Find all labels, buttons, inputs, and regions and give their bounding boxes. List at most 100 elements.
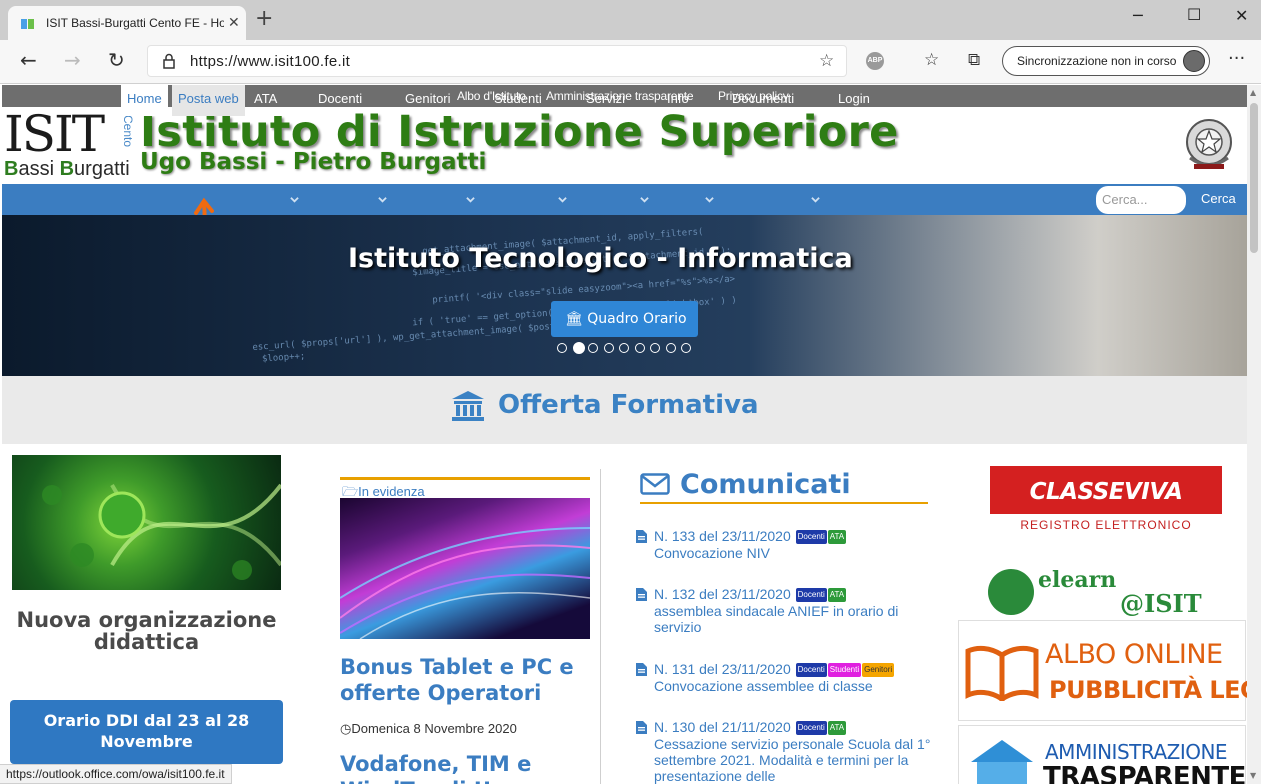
carousel-dot[interactable] (650, 343, 660, 353)
adblock-icon[interactable]: ABP (866, 52, 884, 70)
forward-icon[interactable]: → (64, 50, 81, 70)
nav-login[interactable]: Login (838, 85, 870, 116)
amm-title: AMMINISTRAZIONE (1045, 740, 1228, 764)
audience-badge: Docenti (795, 663, 827, 678)
amministrazione-trasparente-banner[interactable]: AMMINISTRAZIONE TRASPARENTE (958, 725, 1246, 784)
status-bar-url: https://outlook.office.com/owa/isit100.f… (0, 764, 232, 784)
nav-studenti[interactable]: Studenti (494, 85, 542, 116)
minimize-icon[interactable]: ─ (1133, 6, 1143, 25)
offerta-title: Offerta Formativa (498, 390, 759, 420)
carousel-dot[interactable] (572, 342, 585, 354)
back-icon[interactable]: ← (20, 50, 37, 70)
carousel-dot[interactable] (681, 343, 691, 353)
nav-posta-web[interactable]: Posta web (172, 85, 245, 116)
chevron-down-icon[interactable] (705, 195, 714, 204)
scroll-down-icon[interactable]: ▼ (1250, 771, 1256, 780)
open-book-icon (965, 645, 1039, 701)
fiber-optic-image[interactable] (339, 498, 591, 640)
tab-close-icon[interactable]: ✕ (228, 14, 240, 31)
audience-badge: ATA (827, 721, 847, 736)
scroll-thumb[interactable] (1250, 103, 1258, 253)
comunicato-head: N. 133 del 23/11/2020 Docenti ATA (654, 528, 847, 545)
nav-home[interactable]: Home (121, 85, 168, 116)
nav-ata[interactable]: ATA (254, 85, 277, 116)
logo-bassi-burgatti: Bassi Burgatti (4, 158, 130, 180)
elearn-banner[interactable]: elearn @ISIT (988, 565, 1220, 618)
favorite-star-icon[interactable]: ☆ (819, 51, 834, 71)
refresh-icon[interactable]: ↻ (108, 50, 125, 70)
chevron-down-icon[interactable] (466, 195, 475, 204)
nav-documenti[interactable]: Documenti (732, 85, 794, 116)
carousel-dot[interactable] (665, 343, 676, 353)
search-button[interactable]: Cerca (1201, 191, 1236, 206)
nav-docenti[interactable]: Docenti (318, 85, 362, 116)
hero-button-label: Quadro Orario (587, 311, 687, 327)
page-scrollbar[interactable]: ▲ ▼ (1247, 85, 1261, 784)
favorites-icon[interactable]: ☆ (924, 50, 939, 70)
comunicato-number: N. 130 del 21/11/2020 (654, 719, 795, 735)
amm-subtitle: TRASPARENTE (1043, 762, 1246, 784)
nav-info[interactable]: Info (667, 85, 689, 116)
chevron-down-icon[interactable] (640, 195, 649, 204)
document-icon (636, 721, 647, 734)
document-icon (636, 588, 647, 601)
nav-servizi[interactable]: Servizi (586, 85, 625, 116)
albo-online-banner[interactable]: ALBO ONLINE PUBBLICITÀ LEGALE (958, 620, 1247, 721)
house-icon (971, 740, 1033, 784)
comunicato-head: N. 131 del 23/11/2020 Docenti Studenti Gen… (654, 661, 895, 678)
new-tab-icon[interactable]: + (255, 8, 273, 30)
tab-strip: ISIT Bassi-Burgatti Cento FE - Ho ✕ + ─ … (0, 0, 1261, 40)
article-date-text: Domenica 8 Novembre 2020 (351, 721, 517, 736)
orario-ddi-button[interactable]: Orario DDI dal 23 al 28 Novembre (10, 700, 283, 764)
comunicato-title: assemblea sindacale ANIEF in orario di s… (654, 603, 899, 635)
card-title[interactable]: Nuova organizzazione didattica (12, 609, 281, 653)
carousel-dot[interactable] (619, 343, 629, 353)
carousel-dot[interactable] (634, 343, 645, 353)
window-close-icon[interactable]: ✕ (1235, 6, 1248, 25)
chevron-down-icon[interactable] (378, 195, 387, 204)
hero-title: Istituto Tecnologico - Informatica (348, 243, 853, 274)
document-icon (636, 663, 647, 676)
albo-subtitle: PUBBLICITÀ LEGALE (1049, 676, 1247, 704)
article-title[interactable]: Bonus Tablet e PC e offerte Operatori (340, 654, 590, 706)
offerta-banner[interactable]: Offerta Formativa (2, 376, 1247, 444)
carousel-dot[interactable] (557, 343, 567, 353)
elearn-isit-text: @ISIT (1120, 589, 1202, 618)
article-title[interactable]: Vodafone, TIM e WindTre di U (340, 751, 590, 784)
chevron-down-icon[interactable] (290, 195, 299, 204)
carousel-dot[interactable] (588, 343, 598, 353)
fiber-lines (339, 527, 591, 640)
classeviva-banner[interactable]: CLASSEVIVA REGISTRO ELETTRONICO (990, 466, 1222, 538)
logo-burgatti: urgatti (74, 158, 130, 180)
books-icon (988, 569, 1034, 615)
bank-icon (452, 391, 484, 421)
address-bar[interactable]: https://www.isit100.fe.it ☆ (147, 45, 847, 77)
more-menu-icon[interactable]: ··· (1228, 48, 1245, 69)
republic-emblem-icon (1186, 119, 1232, 169)
chevron-down-icon[interactable] (811, 195, 820, 204)
address-toolbar: ← → ↻ https://www.isit100.fe.it ☆ ABP ☆ … (0, 40, 1261, 84)
audience-badge: Docenti (795, 530, 827, 545)
virus-image[interactable] (12, 455, 283, 590)
web-page: Albo d'Istituto Amministrazione traspare… (0, 85, 1247, 784)
audience-badge: Studenti (827, 663, 862, 678)
sync-profile-button[interactable]: Sincronizzazione non in corso (1002, 46, 1210, 76)
maximize-icon[interactable]: ☐ (1187, 5, 1201, 24)
browser-tab[interactable]: ISIT Bassi-Burgatti Cento FE - Ho ✕ (8, 6, 246, 40)
search-input[interactable]: Cerca... (1096, 186, 1186, 214)
carousel-dot[interactable] (603, 343, 614, 353)
nav-genitori[interactable]: Genitori (405, 85, 451, 116)
audience-badge: ATA (827, 530, 847, 545)
logo-isit[interactable]: ISIT (4, 107, 105, 161)
column-divider (600, 469, 601, 784)
collections-icon[interactable]: ⧉ (968, 50, 980, 70)
quadro-orario-button[interactable]: 🏛 Quadro Orario (551, 301, 698, 337)
comunicato-title: Convocazione NIV (654, 545, 770, 561)
chevron-down-icon[interactable] (558, 195, 567, 204)
comunicato-head: N. 130 del 21/11/2020 Docenti ATA (654, 719, 847, 736)
main-nav (2, 184, 1247, 215)
scroll-up-icon[interactable]: ▲ (1250, 88, 1256, 97)
audience-badge: Docenti (795, 588, 827, 603)
document-icon (636, 530, 647, 543)
sync-label: Sincronizzazione non in corso (1017, 54, 1177, 68)
